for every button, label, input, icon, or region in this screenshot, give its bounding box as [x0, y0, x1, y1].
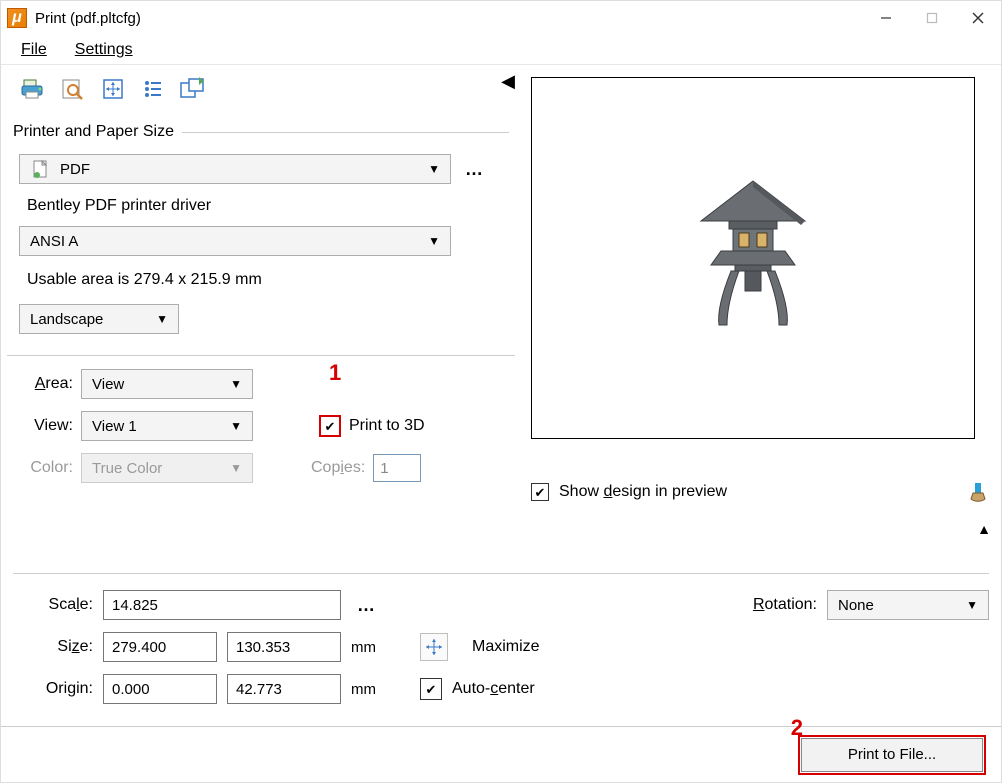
color-value: True Color	[92, 460, 162, 477]
chevron-down-icon: ▼	[230, 419, 242, 433]
close-icon	[971, 11, 985, 25]
print-dialog-window: μ Print (pdf.pltcfg) File Settings	[0, 0, 1002, 783]
print-icon	[20, 77, 46, 101]
area-value: View	[92, 376, 124, 393]
driver-description: Bentley PDF printer driver	[13, 187, 509, 217]
titlebar: μ Print (pdf.pltcfg)	[1, 1, 1001, 35]
print-to-file-button[interactable]: Print to File...	[801, 738, 983, 772]
auto-center-label: Auto-center	[452, 680, 535, 698]
menu-file-label: File	[21, 41, 47, 58]
size-label: Size:	[13, 638, 93, 656]
app-icon: μ	[7, 8, 27, 28]
print-to-3d-checkbox[interactable]	[319, 415, 341, 437]
separator	[13, 573, 989, 574]
chevron-down-icon: ▼	[966, 598, 978, 612]
color-label: Color:	[13, 459, 73, 477]
size-height-input[interactable]: 130.353	[227, 632, 341, 662]
maximize-button[interactable]	[420, 633, 448, 661]
right-panel: Show design in preview ▲	[521, 65, 1001, 563]
toolbar-attributes-button[interactable]	[137, 75, 169, 103]
update-from-view-icon	[179, 77, 207, 101]
scale-more-button[interactable]: …	[351, 595, 381, 616]
toolbar-preview-button[interactable]	[57, 75, 89, 103]
orientation-combo[interactable]: Landscape ▼	[19, 304, 179, 334]
show-design-checkbox[interactable]	[531, 483, 549, 501]
rotation-combo[interactable]: None ▼	[827, 590, 989, 620]
rotation-label: Rotation:	[753, 596, 817, 614]
pdf-file-icon	[30, 158, 52, 180]
paper-size-combo[interactable]: ANSI A ▼	[19, 226, 451, 256]
toolbar: ◀	[13, 65, 509, 109]
window-title: Print (pdf.pltcfg)	[35, 10, 141, 27]
chevron-down-icon: ▼	[428, 234, 440, 248]
scale-input[interactable]: 14.825	[103, 590, 341, 620]
toolbar-update-button[interactable]	[177, 75, 209, 103]
separator	[7, 355, 515, 356]
minimize-icon	[880, 12, 892, 24]
toolbar-print-button[interactable]	[17, 75, 49, 103]
view-label: View:	[13, 417, 73, 435]
view-combo[interactable]: View 1 ▼	[81, 411, 253, 441]
toolbar-fit-button[interactable]	[97, 75, 129, 103]
collapse-left-arrow-icon[interactable]: ◀	[501, 71, 515, 92]
dialog-content: ◀ Printer and Paper Size PDF ▼ …	[1, 65, 1001, 782]
scale-label: Scale:	[13, 596, 93, 614]
print-preview-area[interactable]	[531, 77, 975, 439]
view-value: View 1	[92, 418, 137, 435]
origin-label: Origin:	[13, 680, 93, 698]
orientation-value: Landscape	[30, 311, 103, 328]
rotation-value: None	[838, 597, 874, 614]
chevron-down-icon: ▼	[230, 461, 242, 475]
size-width-input[interactable]: 279.400	[103, 632, 217, 662]
maximize-icon	[926, 12, 938, 24]
auto-center-checkbox[interactable]	[420, 678, 442, 700]
minimize-button[interactable]	[863, 3, 909, 33]
maximize-button[interactable]	[909, 3, 955, 33]
chevron-down-icon: ▼	[230, 377, 242, 391]
menu-file[interactable]: File	[9, 37, 59, 63]
close-button[interactable]	[955, 3, 1001, 33]
color-combo: True Color ▼	[81, 453, 253, 483]
resymbolization-brush-icon[interactable]	[967, 481, 989, 503]
area-combo[interactable]: View ▼	[81, 369, 253, 399]
show-design-label: Show design in preview	[559, 483, 727, 501]
size-unit: mm	[351, 639, 376, 656]
printer-driver-value: PDF	[60, 161, 90, 178]
callout-2: 2	[791, 715, 803, 741]
origin-unit: mm	[351, 681, 376, 698]
copies-label: Copies:	[311, 459, 365, 477]
menubar: File Settings	[1, 35, 1001, 65]
dialog-footer: 2 Print to File...	[1, 726, 1001, 782]
maximize-icon	[424, 637, 444, 657]
origin-x-input[interactable]: 0.000	[103, 674, 217, 704]
copies-input: 1	[373, 454, 421, 482]
chevron-down-icon: ▼	[156, 312, 168, 326]
callout-1: 1	[329, 360, 341, 386]
left-panel: ◀ Printer and Paper Size PDF ▼ …	[1, 65, 521, 563]
collapse-up-arrow-icon[interactable]: ▲	[977, 521, 991, 537]
usable-area-text: Usable area is 279.4 x 215.9 mm	[13, 259, 509, 295]
printer-more-button[interactable]: …	[459, 159, 489, 180]
print-attributes-icon	[141, 77, 165, 101]
fit-view-icon	[101, 77, 125, 101]
print-to-3d-label: Print to 3D	[349, 417, 425, 435]
printer-group-title: Printer and Paper Size	[13, 123, 174, 141]
origin-y-input[interactable]: 42.773	[227, 674, 341, 704]
menu-settings[interactable]: Settings	[63, 37, 145, 63]
printer-group-header: Printer and Paper Size	[13, 119, 509, 145]
print-preview-icon	[60, 77, 86, 101]
chevron-down-icon: ▼	[428, 162, 440, 176]
lower-panel: Scale: 14.825 … Rotation: None ▼ Size: 2…	[1, 578, 1001, 720]
area-label: Area:	[13, 375, 73, 393]
maximize-label: Maximize	[472, 638, 540, 656]
paper-size-value: ANSI A	[30, 233, 78, 250]
menu-settings-label: Settings	[75, 41, 133, 58]
printer-driver-combo[interactable]: PDF ▼	[19, 154, 451, 184]
preview-model-lantern	[683, 173, 823, 343]
